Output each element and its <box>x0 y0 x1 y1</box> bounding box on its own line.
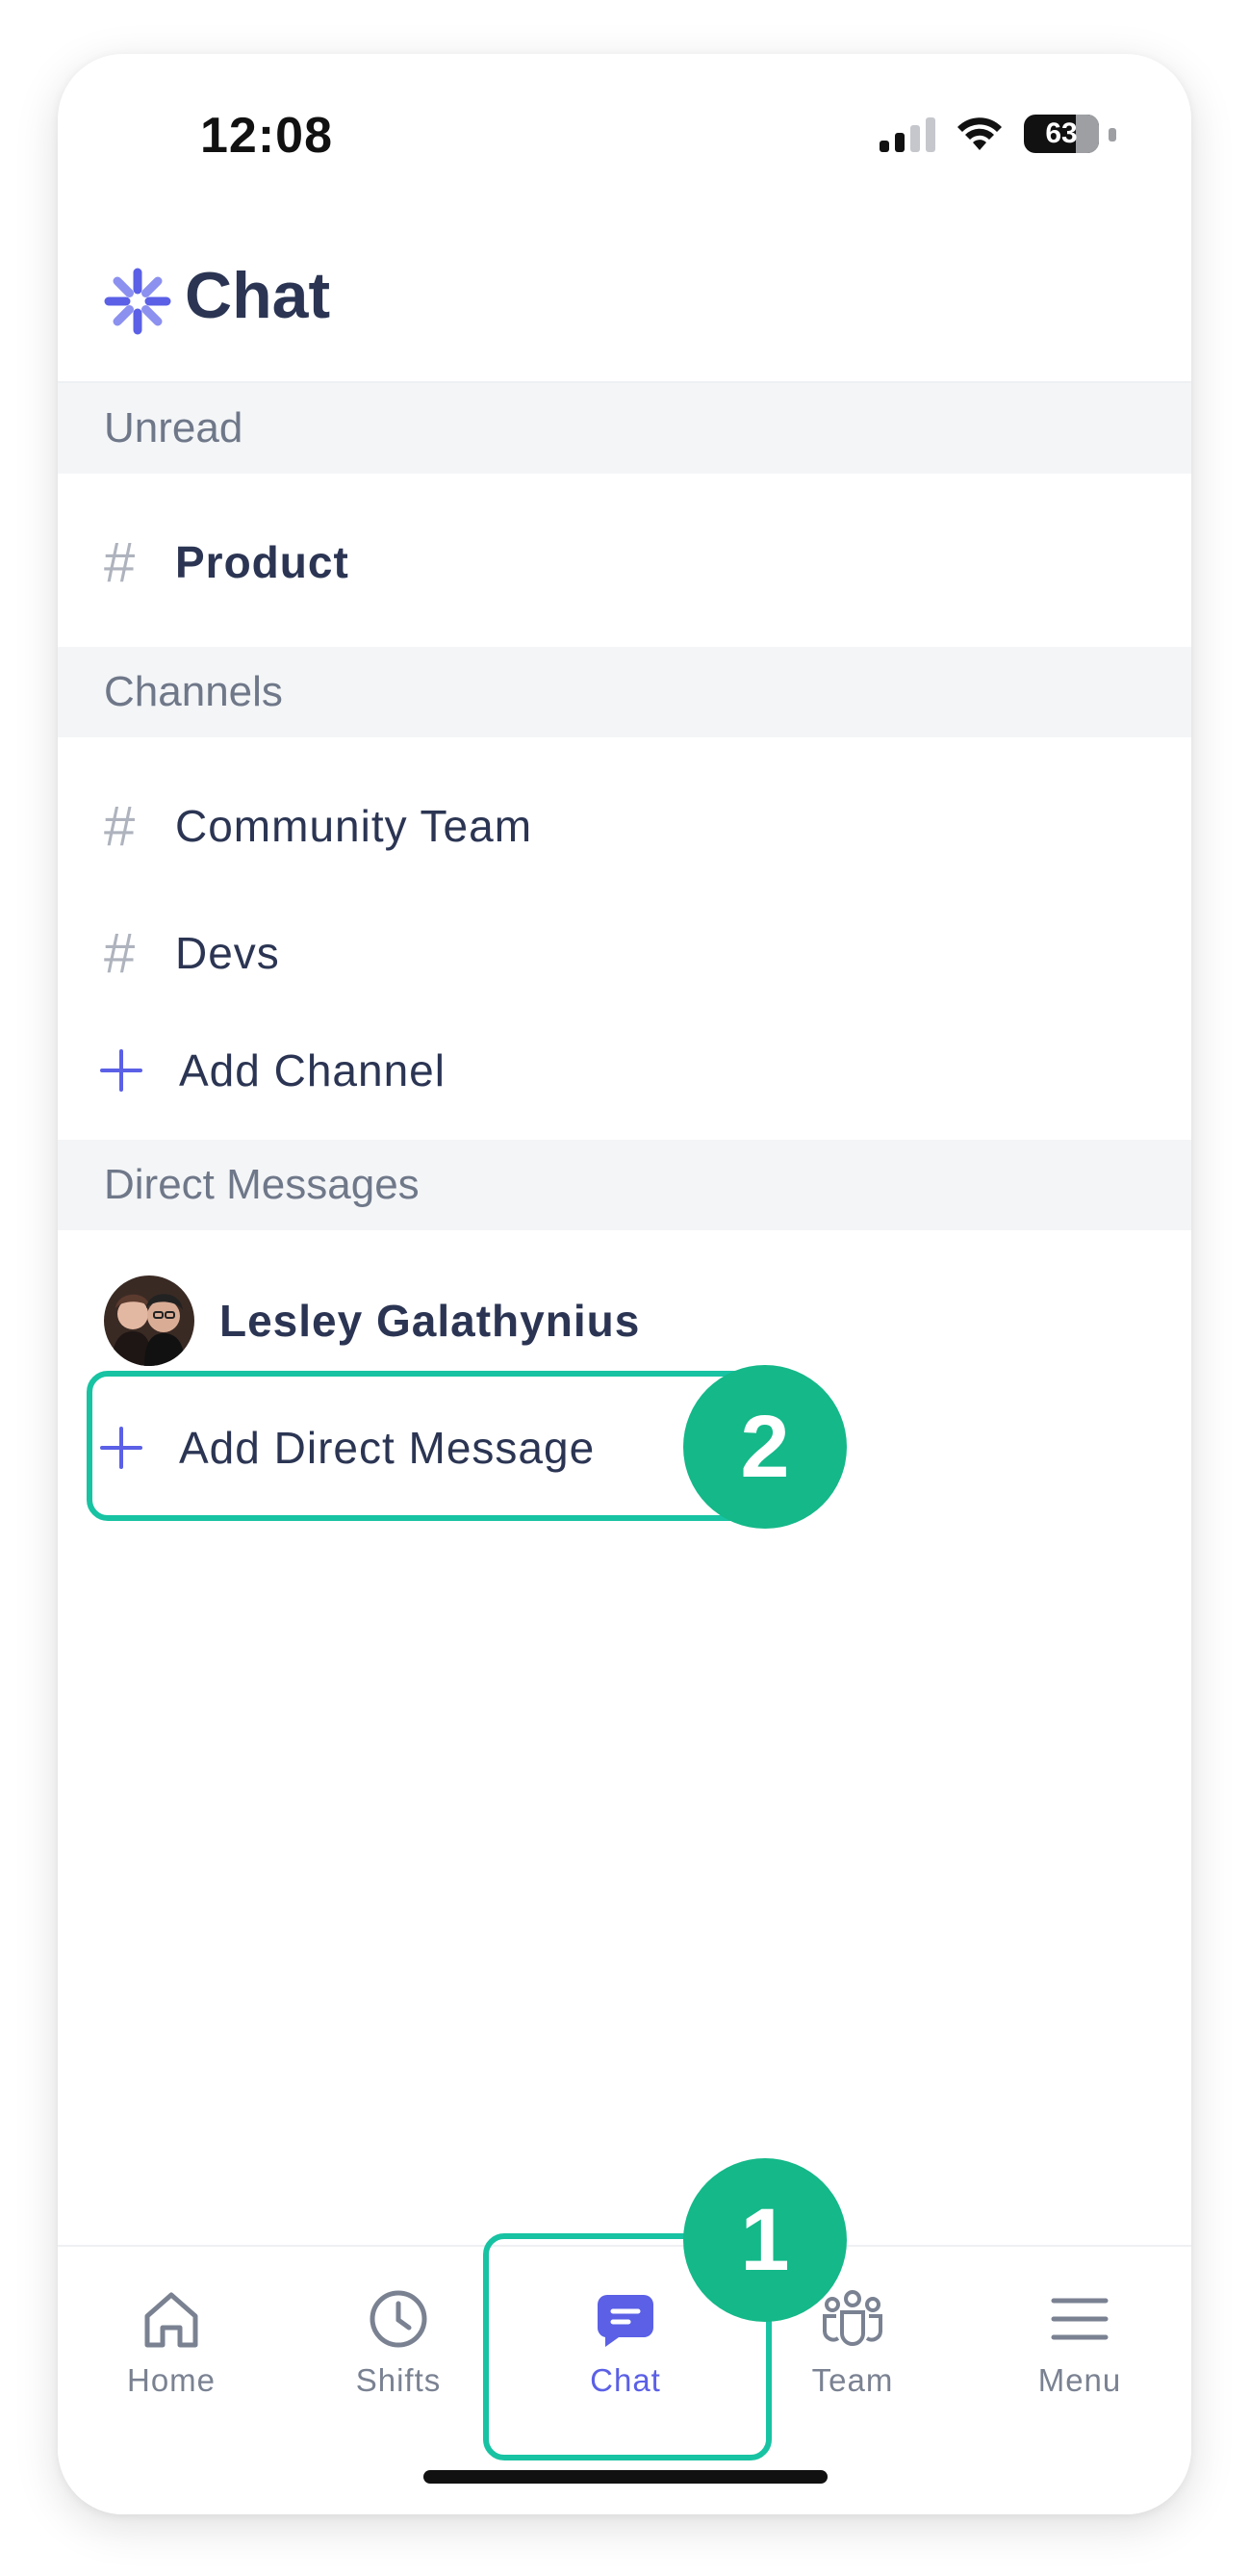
tab-label: Menu <box>1037 2362 1122 2398</box>
hamburger-menu-icon <box>1051 2298 1109 2340</box>
section-header-direct-messages: Direct Messages <box>58 1140 1191 1230</box>
hash-icon: # <box>104 794 136 858</box>
channel-row-community-team[interactable]: # Community Team <box>58 778 1191 874</box>
channel-label: Product <box>175 537 349 587</box>
tab-shifts[interactable]: Shifts <box>312 2285 485 2430</box>
clock-icon <box>370 2290 427 2348</box>
tab-label: Team <box>811 2362 894 2398</box>
battery-level: 63 <box>1045 117 1078 149</box>
team-icon <box>823 2290 882 2346</box>
add-channel-button[interactable]: Add Channel <box>58 1022 1191 1119</box>
phone-frame: 12:08 63 Chat Unread # Product Channels … <box>58 54 1191 2514</box>
hash-icon: # <box>104 921 136 985</box>
hash-icon: # <box>104 530 136 594</box>
tab-menu[interactable]: Menu <box>993 2285 1166 2430</box>
page-title: Chat <box>185 259 331 332</box>
avatar <box>104 1275 194 1366</box>
channel-row-devs[interactable]: # Devs <box>58 905 1191 1001</box>
add-channel-label: Add Channel <box>179 1045 446 1095</box>
tab-label: Home <box>126 2362 217 2398</box>
channel-label: Devs <box>175 928 280 978</box>
channel-row-product[interactable]: # Product <box>58 514 1191 610</box>
section-header-unread: Unread <box>58 383 1191 474</box>
dm-row-lesley-galathynius[interactable]: Lesley Galathynius <box>58 1273 1191 1369</box>
home-indicator <box>423 2470 828 2484</box>
home-icon <box>144 2292 198 2348</box>
step-2-badge: 2 <box>683 1365 847 1529</box>
section-header-channels: Channels <box>58 647 1191 737</box>
plus-icon <box>100 1049 142 1092</box>
tab-label: Shifts <box>355 2362 442 2398</box>
channel-label: Community Team <box>175 801 533 851</box>
header: Chat <box>58 54 1191 383</box>
tab-home[interactable]: Home <box>85 2285 258 2430</box>
dm-name: Lesley Galathynius <box>219 1296 641 1346</box>
step-1-badge: 1 <box>683 2158 847 2322</box>
sunburst-logo-icon <box>104 268 171 335</box>
